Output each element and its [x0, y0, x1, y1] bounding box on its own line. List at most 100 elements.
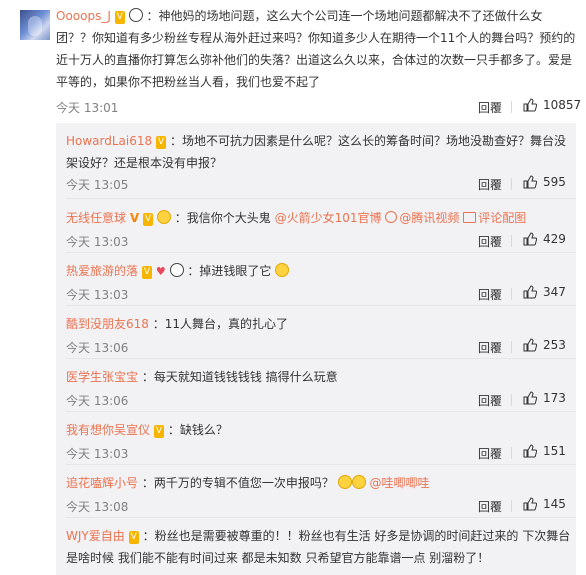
reply-text: ：我信你个大头鬼	[174, 211, 271, 225]
reply-button[interactable]: 回覆	[478, 233, 502, 250]
reply-content: 热爱旅游的落 V ♥ ：掉进钱眼了它	[66, 260, 571, 283]
divider	[511, 341, 512, 353]
comment-username[interactable]: Oooops_J	[56, 9, 111, 23]
reply-username[interactable]: 热爱旅游的落	[66, 264, 138, 278]
smile-emoji-icon	[275, 263, 290, 277]
like-button[interactable]: 173	[523, 391, 566, 405]
mention-link[interactable]: @哇唧唧哇	[370, 476, 430, 490]
reply-text: ：两千万的专辑不值您一次申报吗？	[141, 476, 334, 490]
reply-item: 热爱旅游的落 V ♥ ：掉进钱眼了它 今天 13:03 回覆 347	[56, 253, 576, 306]
reply-text: ：11人舞台，真的扎心了	[152, 317, 289, 331]
reply-button[interactable]: 回覆	[478, 339, 502, 356]
weibo-comment-thread: Oooops_J V ：神他妈的场地问题，这么大个公司连一个场地问题都解决不了还…	[0, 0, 586, 575]
comment-image-link[interactable]: 评论配图	[478, 211, 526, 225]
thumb-up-icon	[523, 232, 537, 246]
like-button[interactable]: 145	[523, 497, 566, 511]
mention-link[interactable]: @腾讯视频	[399, 211, 459, 225]
like-button[interactable]: 10857	[523, 98, 581, 112]
like-count: 173	[543, 391, 566, 405]
reply-content: 我有想你吴宣仪 V ：缺钱么？	[66, 419, 571, 441]
reply-text: ：粉丝也是需要被尊重的！！粉丝也有生活 好多是协调的时间赶过来的 下次舞台是啥时…	[66, 529, 571, 565]
reply-username[interactable]: 无线任意球	[66, 211, 126, 225]
image-icon	[463, 212, 477, 223]
reply-button[interactable]: 回覆	[478, 99, 502, 116]
reply-item: 医学生张宝宝 ：每天就知道钱钱钱钱 搞得什么玩意 今天 13:06 回覆 173	[56, 359, 576, 412]
reply-content: 无线任意球 V V ：我信你个大头鬼 @火箭少女101官博 @腾讯视频 评论配图	[66, 207, 571, 229]
reply-time: 今天 13:08	[66, 500, 129, 514]
reply-content: 酷到没朋友618 ：11人舞台，真的扎心了	[66, 313, 571, 335]
vip-badge-icon[interactable]: V	[114, 11, 125, 24]
reply-item: 无线任意球 V V ：我信你个大头鬼 @火箭少女101官博 @腾讯视频 评论配图…	[56, 200, 576, 253]
reply-text: ：缺钱么？	[167, 423, 228, 437]
reply-time: 今天 13:03	[66, 288, 129, 302]
verified-v-icon: V	[129, 211, 140, 225]
vip-badge-icon[interactable]: V	[155, 136, 167, 149]
reply-text: ：掉进钱眼了它	[187, 264, 272, 278]
reply-time: 今天 13:03	[66, 447, 129, 461]
mention-link[interactable]: @火箭少女101官博	[275, 211, 382, 225]
reply-button[interactable]: 回覆	[478, 392, 502, 409]
panda-emoji-icon	[169, 263, 184, 277]
like-button[interactable]: 429	[523, 232, 566, 246]
vip-badge-icon[interactable]: V	[128, 531, 139, 544]
like-count: 151	[543, 444, 566, 458]
reply-username[interactable]: 追花嗑辉小号	[66, 476, 138, 490]
thumb-up-icon	[523, 391, 537, 405]
reply-content: HowardLai618 V ：场地不可抗力因素是什么呢？这么长的筹备时间？场地…	[66, 130, 571, 174]
divider	[511, 288, 512, 300]
vip-badge-icon[interactable]: V	[142, 213, 154, 226]
vip-badge-icon[interactable]: V	[141, 266, 153, 279]
like-button[interactable]: 253	[523, 338, 566, 352]
heart-emoji-icon: ♥	[155, 265, 166, 278]
comment-time: 今天 13:01	[56, 101, 119, 115]
reply-item: 我有想你吴宣仪 V ：缺钱么？ 今天 13:03 回覆 151	[56, 412, 576, 465]
reply-item: WJY爱自由 V ：粉丝也是需要被尊重的！！粉丝也有生活 好多是协调的时间赶过来…	[56, 518, 576, 575]
divider	[511, 235, 512, 247]
reply-time: 今天 13:06	[66, 341, 129, 355]
reply-time: 今天 13:06	[66, 394, 129, 408]
reply-username[interactable]: 我有想你吴宣仪	[66, 423, 150, 437]
panda-emoji-icon	[128, 8, 143, 22]
like-button[interactable]: 151	[523, 444, 566, 458]
thumb-up-icon	[523, 285, 537, 299]
face-emoji-icon	[156, 210, 171, 224]
thumb-up-icon	[523, 444, 537, 458]
like-count: 595	[543, 175, 566, 189]
reply-username[interactable]: HowardLai618	[66, 134, 152, 148]
reply-button[interactable]: 回覆	[478, 445, 502, 462]
thumb-up-icon	[523, 98, 537, 112]
reply-button[interactable]: 回覆	[478, 286, 502, 303]
reply-item: HowardLai618 V ：场地不可抗力因素是什么呢？这么长的筹备时间？场地…	[56, 123, 576, 199]
main-comment: Oooops_J V ：神他妈的场地问题，这么大个公司连一个场地问题都解决不了还…	[56, 5, 576, 93]
main-comment-meta: 今天 13:01 回覆 10857	[56, 97, 581, 117]
video-link-icon	[385, 211, 398, 223]
reply-username[interactable]: 酷到没朋友618	[66, 317, 149, 331]
like-count: 347	[543, 285, 566, 299]
like-count: 10857	[543, 98, 582, 112]
thumb-up-icon	[523, 497, 537, 511]
reply-username[interactable]: 医学生张宝宝	[66, 370, 138, 384]
thumb-up-icon	[523, 175, 537, 189]
avatar[interactable]	[20, 10, 50, 40]
like-button[interactable]: 347	[523, 285, 566, 299]
divider	[511, 101, 512, 113]
divider	[511, 447, 512, 459]
like-button[interactable]: 595	[523, 175, 566, 189]
row-divider	[66, 198, 576, 199]
like-count: 429	[543, 232, 566, 246]
reply-username[interactable]: WJY爱自由	[66, 529, 125, 543]
grin-emoji-icon	[337, 475, 352, 489]
reply-content: 医学生张宝宝 ：每天就知道钱钱钱钱 搞得什么玩意	[66, 366, 571, 388]
reply-time: 今天 13:05	[66, 178, 129, 192]
reply-button[interactable]: 回覆	[478, 176, 502, 193]
vip-badge-icon[interactable]: V	[153, 425, 165, 438]
like-count: 145	[543, 497, 566, 511]
reply-item: 酷到没朋友618 ：11人舞台，真的扎心了 今天 13:06 回覆 253	[56, 306, 576, 359]
reply-item: 追花嗑辉小号 ：两千万的专辑不值您一次申报吗？ @哇唧唧哇 今天 13:08 回…	[56, 465, 576, 518]
reply-content: WJY爱自由 V ：粉丝也是需要被尊重的！！粉丝也有生活 好多是协调的时间赶过来…	[66, 525, 571, 569]
like-count: 253	[543, 338, 566, 352]
reply-time: 今天 13:03	[66, 235, 129, 249]
reply-button[interactable]: 回覆	[478, 498, 502, 515]
reply-content: 追花嗑辉小号 ：两千万的专辑不值您一次申报吗？ @哇唧唧哇	[66, 472, 571, 494]
reply-text: ：每天就知道钱钱钱钱 搞得什么玩意	[141, 370, 338, 384]
